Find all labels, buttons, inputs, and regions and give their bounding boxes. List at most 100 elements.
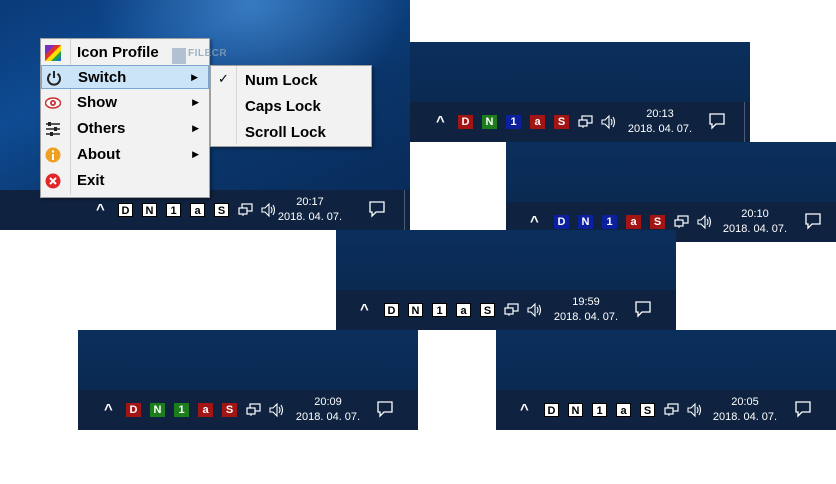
action-center-icon[interactable] — [708, 112, 726, 130]
close-circle-icon — [45, 173, 61, 189]
menu-item-exit[interactable]: Exit — [41, 169, 209, 193]
badge-d[interactable]: D — [384, 303, 399, 317]
network-icon[interactable] — [504, 303, 520, 317]
show-hidden-icons-caret[interactable]: ^ — [360, 301, 369, 319]
show-hidden-icons-caret[interactable]: ^ — [104, 401, 113, 419]
badge-1[interactable]: 1 — [592, 403, 607, 417]
badge-d[interactable]: D — [126, 403, 141, 417]
clock-date: 2018. 04. 07. — [722, 223, 788, 235]
menu-item-show[interactable]: Show ▶ — [41, 91, 209, 115]
badge-s[interactable]: S — [650, 215, 665, 229]
badge-d[interactable]: D — [118, 203, 133, 217]
taskbar: ^ D N 1 a S 20:09 2018. 04. 07. — [78, 390, 418, 430]
taskbar-edge — [404, 190, 405, 230]
clock[interactable]: 20:17 2018. 04. 07. — [270, 195, 350, 225]
clock-date: 2018. 04. 07. — [295, 411, 361, 423]
menu-item-switch[interactable]: Switch ▶ — [41, 65, 209, 89]
clock-time: 20:09 — [314, 396, 342, 408]
checkmark-icon: ✓ — [218, 71, 229, 86]
badge-a[interactable]: a — [616, 403, 631, 417]
submenu-arrow-icon: ▶ — [191, 72, 198, 82]
sliders-icon — [46, 122, 60, 136]
network-icon[interactable] — [674, 215, 690, 229]
volume-icon[interactable] — [697, 215, 713, 229]
badge-1[interactable]: 1 — [166, 203, 181, 217]
clock-date: 2018. 04. 07. — [712, 411, 778, 423]
show-hidden-icons-caret[interactable]: ^ — [96, 201, 105, 219]
clock[interactable]: 20:05 2018. 04. 07. — [705, 395, 785, 425]
power-icon — [47, 71, 61, 86]
menu-item-label: Exit — [77, 172, 105, 189]
badge-a[interactable]: a — [190, 203, 205, 217]
menu-item-about[interactable]: About ▶ — [41, 143, 209, 167]
submenu-arrow-icon: ▶ — [192, 149, 199, 159]
clock-time: 20:13 — [646, 108, 674, 120]
watermark: FILECR — [172, 46, 232, 66]
badge-n[interactable]: N — [150, 403, 165, 417]
desktop-panel-2: ^ D N 1 a S 20:13 2018. 04. 07. — [410, 42, 750, 142]
clock-time: 20:10 — [741, 208, 769, 220]
show-hidden-icons-caret[interactable]: ^ — [520, 401, 529, 419]
badge-n[interactable]: N — [568, 403, 583, 417]
badge-d[interactable]: D — [544, 403, 559, 417]
badge-1[interactable]: 1 — [174, 403, 189, 417]
volume-icon[interactable] — [687, 403, 703, 417]
submenu-arrow-icon: ▶ — [192, 123, 199, 133]
badge-n[interactable]: N — [482, 115, 497, 129]
show-hidden-icons-caret[interactable]: ^ — [530, 213, 539, 231]
badge-n[interactable]: N — [578, 215, 593, 229]
network-icon[interactable] — [578, 115, 594, 129]
clock[interactable]: 20:10 2018. 04. 07. — [715, 207, 795, 237]
badge-s[interactable]: S — [554, 115, 569, 129]
network-icon[interactable] — [664, 403, 680, 417]
desktop-panel-5: ^ D N 1 a S 20:09 2018. 04. 07. — [78, 330, 418, 430]
show-hidden-icons-caret[interactable]: ^ — [436, 113, 445, 131]
watermark-text: FILECR — [188, 48, 228, 59]
badge-n[interactable]: N — [408, 303, 423, 317]
network-icon[interactable] — [246, 403, 262, 417]
clock-date: 2018. 04. 07. — [277, 211, 343, 223]
clock[interactable]: 19:59 2018. 04. 07. — [546, 295, 626, 325]
action-center-icon[interactable] — [368, 200, 386, 218]
action-center-icon[interactable] — [634, 300, 652, 318]
badge-a[interactable]: a — [198, 403, 213, 417]
badge-a[interactable]: a — [456, 303, 471, 317]
badge-n[interactable]: N — [142, 203, 157, 217]
submenu-arrow-icon: ▶ — [192, 97, 199, 107]
network-icon[interactable] — [238, 203, 254, 217]
desktop-panel-3: ^ D N 1 a S 20:10 2018. 04. 07. — [506, 142, 836, 242]
submenu-item-scroll-lock[interactable]: Scroll Lock — [211, 119, 371, 145]
clock-date: 2018. 04. 07. — [627, 123, 693, 135]
submenu-item-caps-lock[interactable]: Caps Lock — [211, 93, 371, 119]
badge-s[interactable]: S — [222, 403, 237, 417]
clock-time: 19:59 — [572, 296, 600, 308]
color-palette-icon — [45, 45, 61, 61]
menu-item-label: Switch — [78, 69, 127, 86]
taskbar-edge — [744, 102, 745, 142]
badge-d[interactable]: D — [554, 215, 569, 229]
badge-s[interactable]: S — [480, 303, 495, 317]
taskbar: ^ D N 1 a S 19:59 2018. 04. 07. — [336, 290, 676, 330]
badge-a[interactable]: a — [626, 215, 641, 229]
clock[interactable]: 20:09 2018. 04. 07. — [288, 395, 368, 425]
taskbar: ^ D N 1 a S 20:05 2018. 04. 07. — [496, 390, 836, 430]
volume-icon[interactable] — [527, 303, 543, 317]
action-center-icon[interactable] — [804, 212, 822, 230]
badge-d[interactable]: D — [458, 115, 473, 129]
badge-s[interactable]: S — [214, 203, 229, 217]
menu-item-others[interactable]: Others ▶ — [41, 117, 209, 141]
action-center-icon[interactable] — [376, 400, 394, 418]
action-center-icon[interactable] — [794, 400, 812, 418]
badge-1[interactable]: 1 — [602, 215, 617, 229]
badge-a[interactable]: a — [530, 115, 545, 129]
clock[interactable]: 20:13 2018. 04. 07. — [620, 107, 700, 137]
taskbar: ^ D N 1 a S 20:13 2018. 04. 07. — [410, 102, 750, 142]
volume-icon[interactable] — [269, 403, 285, 417]
badge-1[interactable]: 1 — [432, 303, 447, 317]
submenu-item-label: Scroll Lock — [245, 124, 326, 141]
badge-1[interactable]: 1 — [506, 115, 521, 129]
submenu-item-num-lock[interactable]: ✓ Num Lock — [211, 67, 371, 93]
clock-date: 2018. 04. 07. — [553, 311, 619, 323]
volume-icon[interactable] — [601, 115, 617, 129]
badge-s[interactable]: S — [640, 403, 655, 417]
